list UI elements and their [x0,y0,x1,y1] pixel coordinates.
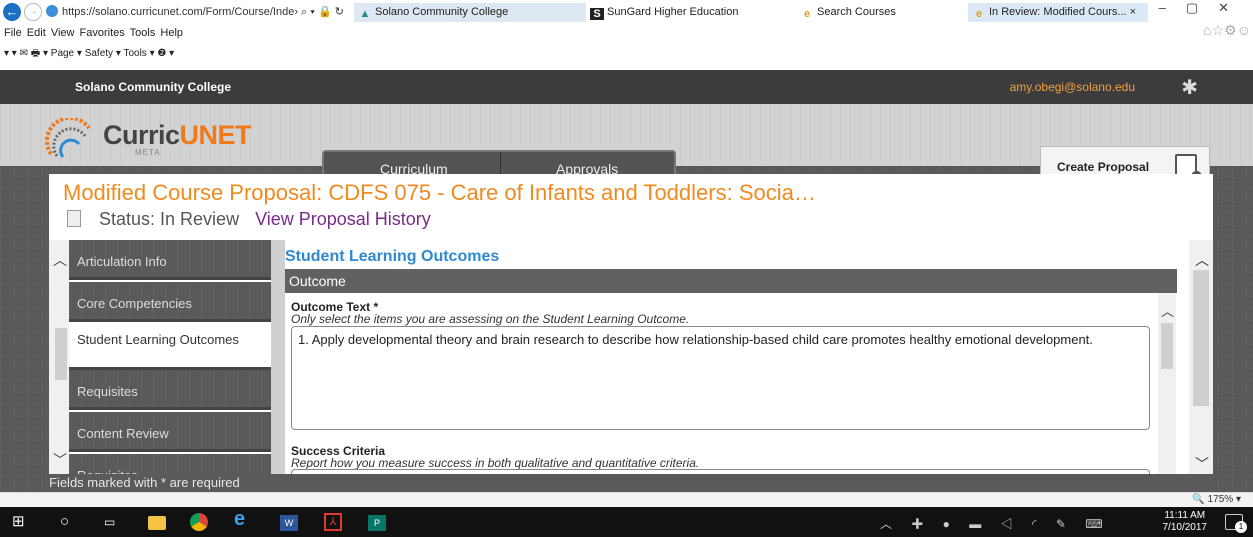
tab-search-courses[interactable]: e Search Courses [796,3,968,22]
chrome-icon[interactable] [190,513,208,531]
panel-scroll-thumb[interactable] [1193,270,1209,406]
chevron-down-icon[interactable]: ﹀ [1195,454,1209,474]
inner-scroll-thumb[interactable] [1161,323,1173,369]
proposal-header: Modified Course Proposal: CDFS 075 - Car… [49,174,1213,240]
task-view-icon[interactable]: ▭ [104,513,115,531]
forward-button[interactable]: → [24,3,42,21]
internet-explorer-icon[interactable]: e [234,509,245,529]
header-band: CurricUNET META Curriculum Approvals Cre… [0,104,1253,188]
notification-count: 1 [1235,521,1247,533]
browser-toolbar-icons[interactable]: ⌂☆⚙☺ [1203,22,1251,39]
solano-favicon-icon: ▲ [359,8,371,20]
ie-favicon-icon: e [803,8,811,20]
chevron-up-icon[interactable]: ︿ [53,250,67,270]
sidebar-item-student-learning-outcomes[interactable]: Student Learning Outcomes [69,326,271,370]
menu-bar[interactable]: File Edit View Favorites Tools Help [4,27,183,39]
file-explorer-icon[interactable] [148,516,166,530]
clock-date: 7/10/2017 [1162,522,1208,533]
acrobat-icon[interactable]: ⅄ [324,513,342,531]
chevron-up-icon[interactable]: ︿ [1195,250,1209,270]
section-sidebar: ︿ ﹀ Articulation Info Core Competencies … [49,240,285,492]
menu-favorites[interactable]: Favorites [80,27,125,39]
college-name: Solano Community College [75,80,232,94]
ie-page-icon [46,5,58,17]
windows-start-icon[interactable]: ⊞ [12,513,25,531]
inner-scrollbar[interactable]: ︿ [1158,293,1176,492]
document-icon [67,210,81,227]
publisher-icon[interactable]: P [368,515,386,531]
user-email-link[interactable]: amy.obegi@solano.edu [1010,80,1135,94]
proposal-title: Modified Course Proposal: CDFS 075 - Car… [63,180,816,205]
slo-section: Student Learning Outcomes Outcome Outcom… [285,240,1213,492]
zoom-icon: 🔍 [1192,494,1205,505]
menu-file[interactable]: File [4,27,22,39]
back-button[interactable]: ← [3,3,21,21]
clock-time: 11:11 AM [1164,510,1206,521]
zoom-level[interactable]: 🔍 175% ▾ [1192,494,1241,505]
chevron-up-icon[interactable]: ︿ [1161,301,1174,320]
ie-favicon-icon: e [975,8,983,20]
browser-status-bar: 🔍 175% ▾ [0,492,1253,507]
gear-icon[interactable]: ✱ [1181,75,1198,100]
success-criteria-help: Report how you measure success in both q… [291,456,700,470]
curricunet-app: Solano Community College amy.obegi@solan… [0,70,1253,492]
outcome-text-help: Only select the items you are assessing … [291,312,690,326]
sidebar-divider [271,240,285,492]
address-bar[interactable]: https://solano.curricunet.com/Form/Cours… [42,3,352,22]
sidebar-item-core-competencies[interactable]: Core Competencies [69,282,271,322]
sidebar-scroll-thumb[interactable] [55,328,67,380]
logo-text: CurricUNET [103,120,252,150]
view-proposal-history-link[interactable]: View Proposal History [255,209,431,229]
browser-chrome: ← → https://solano.curricunet.com/Form/C… [0,0,1253,70]
url-text: https://solano.curricunet.com/Form/Cours… [62,6,298,18]
proposal-panel: Modified Course Proposal: CDFS 075 - Car… [49,174,1213,492]
menu-tools[interactable]: Tools [130,27,156,39]
top-bar: Solano Community College amy.obegi@solan… [0,70,1253,104]
window-controls[interactable]: –▢✕ [1159,0,1249,16]
sidebar-item-content-review[interactable]: Content Review [69,412,271,452]
windows-taskbar: ⊞ ○ ▭ e W ⅄ P ︿ ✚ ● ▬ ◁ ◜ ✎ ⌨ 11:11 AM 7… [0,507,1253,537]
proposal-status: Status: In Review [99,209,240,229]
sidebar-scrollbar[interactable]: ︿ ﹀ [49,240,69,492]
sidebar-item-articulation-info[interactable]: Articulation Info [69,240,271,280]
word-icon[interactable]: W [280,515,298,531]
system-tray-icons[interactable]: ︿ ✚ ● ▬ ◁ ◜ ✎ ⌨ [880,515,1111,532]
status-row: Status: In Review View Proposal History [63,209,431,230]
logo-subtitle: META [135,148,161,157]
tab-solano[interactable]: ▲ Solano Community College [354,3,586,22]
clock[interactable]: 11:11 AM 7/10/2017 [1163,510,1208,534]
create-proposal-label: Create Proposal [1057,160,1150,174]
section-title: Student Learning Outcomes [285,248,500,265]
logo-arc-icon [45,118,91,158]
outcome-header: Outcome [285,269,1177,293]
menu-edit[interactable]: Edit [27,27,46,39]
menu-view[interactable]: View [51,27,75,39]
search-icon[interactable]: ○ [60,513,69,531]
menu-help[interactable]: Help [160,27,183,39]
outcome-text-field[interactable]: 1. Apply developmental theory and brain … [291,326,1150,430]
tab-in-review[interactable]: e In Review: Modified Cours... × [968,3,1148,22]
sungard-favicon-icon: S [590,8,604,20]
address-bar-controls: ⌕ ▾ 🔒 ↻ [301,6,344,18]
tab-sungard[interactable]: S SunGard Higher Education [586,3,796,22]
required-fields-note: Fields marked with * are required [49,474,1213,492]
chevron-down-icon[interactable]: ﹀ [53,450,67,470]
sidebar-item-requisites[interactable]: Requisites [69,370,271,410]
command-bar[interactable]: ▾ ▾ ✉ 🖶 ▾ Page ▾ Safety ▾ Tools ▾ ❷ ▾ [4,46,174,63]
curricunet-logo[interactable]: CurricUNET META [45,118,275,158]
panel-scrollbar[interactable]: ︿ ﹀ [1189,240,1213,492]
